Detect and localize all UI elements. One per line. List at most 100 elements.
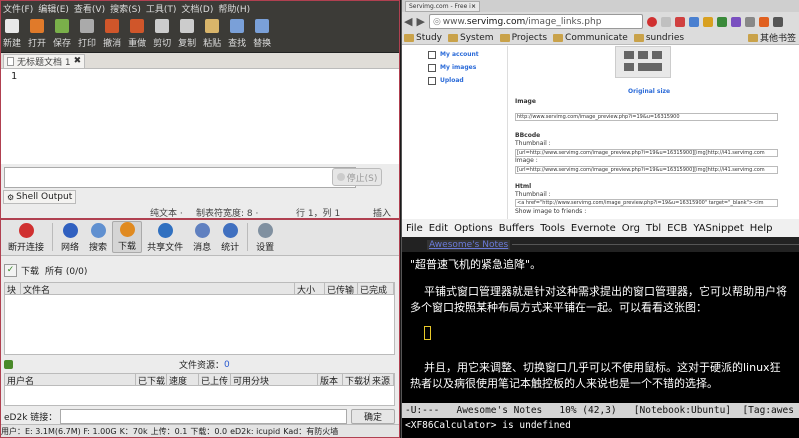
addon-icon[interactable] bbox=[688, 16, 699, 27]
menu-item[interactable]: Evernote bbox=[571, 223, 616, 234]
toolbar-button-shared-files[interactable]: 共享文件 bbox=[142, 221, 188, 253]
addon-icon[interactable] bbox=[674, 16, 685, 27]
column-header[interactable]: 已下载 bbox=[136, 374, 167, 385]
menu-item[interactable]: Help bbox=[750, 223, 773, 234]
menu-item[interactable]: 查看(V) bbox=[74, 2, 105, 15]
text-editor-area[interactable]: 1 bbox=[1, 69, 399, 164]
back-icon[interactable]: ◀ bbox=[404, 15, 412, 28]
toolbar-button-print[interactable]: 打印 bbox=[78, 19, 96, 49]
menu-item[interactable]: 工具(T) bbox=[146, 2, 177, 15]
browser-tab[interactable]: Servimg.com - Free image × bbox=[405, 0, 480, 12]
shell-output-tab[interactable]: ⚙ Shell Output bbox=[3, 190, 77, 204]
tab-width[interactable]: 制表符宽度: 8 · bbox=[196, 206, 258, 218]
close-tab-icon[interactable]: × bbox=[471, 3, 476, 10]
minibuffer[interactable]: <XF86Calculator> is undefined bbox=[405, 420, 571, 431]
bookmark-folder[interactable]: System bbox=[448, 33, 494, 43]
ed2k-link-input[interactable] bbox=[60, 408, 348, 424]
source-list[interactable] bbox=[4, 386, 395, 406]
toolbar-button-download[interactable]: 下载 bbox=[112, 221, 143, 253]
toolbar-button-redo[interactable]: 重做 bbox=[128, 19, 146, 49]
image-thumbnail[interactable] bbox=[615, 46, 671, 78]
addon-icon[interactable] bbox=[716, 16, 727, 27]
side-link[interactable]: My images bbox=[428, 61, 479, 74]
toolbar-button-new-document[interactable]: 新建 bbox=[3, 19, 21, 49]
menu-item[interactable]: 文档(D) bbox=[181, 2, 213, 15]
original-size-link[interactable]: Original size bbox=[628, 88, 670, 95]
bbcode-thumbnail-field[interactable]: [url=http://www.servimg.com/image_previe… bbox=[515, 149, 778, 157]
toolbar-button-paste[interactable]: 粘贴 bbox=[203, 19, 221, 49]
menu-item[interactable]: 帮助(H) bbox=[218, 2, 250, 15]
column-header[interactable]: 已传输 bbox=[325, 283, 358, 294]
menu-item[interactable]: YASnippet bbox=[693, 223, 743, 234]
column-header[interactable]: 文件名 bbox=[21, 283, 295, 294]
side-link[interactable]: My account bbox=[428, 48, 479, 61]
header-line bbox=[512, 244, 799, 245]
close-tab-icon[interactable]: ✖ bbox=[74, 56, 82, 66]
column-header[interactable]: 大小 bbox=[295, 283, 325, 294]
toolbar-button-messages[interactable]: 消息 bbox=[188, 221, 216, 253]
menu-item[interactable]: Tbl bbox=[646, 223, 661, 234]
column-header[interactable]: 下载状态 bbox=[343, 374, 370, 385]
column-header[interactable]: 来源 bbox=[370, 374, 394, 385]
addon-icon[interactable] bbox=[730, 16, 741, 27]
menu-item[interactable]: ECB bbox=[667, 223, 687, 234]
stop-load-icon[interactable] bbox=[646, 16, 657, 27]
note-line-1: "超普速飞机的紧急追降"。 bbox=[410, 258, 542, 271]
column-header[interactable]: 块 bbox=[5, 283, 21, 294]
emacs-menubar: File Edit Options Buffers Tools Evernote Org Tb… bbox=[402, 219, 799, 237]
bookmark-folder[interactable]: Projects bbox=[499, 33, 547, 43]
download-list[interactable] bbox=[4, 295, 395, 355]
addon-icon[interactable] bbox=[702, 16, 713, 27]
toolbar-button-network[interactable]: 网络 bbox=[56, 221, 84, 253]
html-thumbnail-field[interactable]: <a href="http://www.servimg.com/image_pr… bbox=[515, 199, 778, 207]
checkmark-icon[interactable]: ✓ bbox=[4, 263, 17, 277]
side-link[interactable]: Upload bbox=[428, 74, 479, 87]
language-mode[interactable]: 纯文本 · bbox=[150, 206, 183, 218]
shell-command-input[interactable] bbox=[4, 167, 356, 188]
url-bar[interactable]: ◎ www. servimg.com/image_links.php bbox=[428, 14, 643, 29]
document-tab[interactable]: 无标题文档 1 ✖ bbox=[3, 53, 86, 68]
menu-item[interactable]: Options bbox=[454, 223, 493, 234]
source-list-header: 用户名已下载速度已上传可用分块版本下载状态来源 bbox=[4, 373, 395, 386]
other-bookmarks[interactable]: 其他书签 bbox=[747, 31, 796, 44]
confirm-button[interactable]: 确定 bbox=[351, 408, 395, 424]
bookmark-folder[interactable]: Communicate bbox=[553, 33, 628, 43]
addon-icon[interactable] bbox=[744, 16, 755, 27]
addon-icon[interactable] bbox=[660, 16, 671, 27]
toolbar-button-copy[interactable]: 复制 bbox=[178, 19, 196, 49]
addon-icon[interactable] bbox=[772, 16, 783, 27]
image-url-field[interactable]: http://www.servimg.com/image_preview.php… bbox=[515, 113, 778, 121]
stop-button[interactable]: 停止(S) bbox=[332, 168, 382, 186]
menu-item[interactable]: Edit bbox=[429, 223, 448, 234]
all-filter[interactable]: 所有 (0/0) bbox=[45, 264, 87, 277]
bbcode-image-field[interactable]: [url=http://www.servimg.com/image_previe… bbox=[515, 166, 778, 174]
column-header[interactable]: 版本 bbox=[318, 374, 343, 385]
column-header[interactable]: 已完成 bbox=[358, 283, 394, 294]
menu-item[interactable]: 搜索(S) bbox=[110, 2, 141, 15]
menu-item[interactable]: Tools bbox=[540, 223, 565, 234]
toolbar-button-disconnect[interactable]: 断开连接 bbox=[3, 221, 49, 253]
menu-item[interactable]: File bbox=[406, 223, 423, 234]
menu-item[interactable]: Buffers bbox=[499, 223, 535, 234]
collapse-arrow-icon[interactable] bbox=[4, 360, 13, 369]
column-header[interactable]: 可用分块 bbox=[231, 374, 318, 385]
menu-item[interactable]: Org bbox=[622, 223, 640, 234]
toolbar-button-open-folder[interactable]: 打开 bbox=[28, 19, 46, 49]
toolbar-button-undo[interactable]: 撤消 bbox=[103, 19, 121, 49]
menu-item[interactable]: 编辑(E) bbox=[38, 2, 69, 15]
column-header[interactable]: 已上传 bbox=[199, 374, 231, 385]
toolbar-button-replace[interactable]: 替换 bbox=[253, 19, 271, 49]
bookmark-folder[interactable]: Study bbox=[404, 33, 442, 43]
addon-icon[interactable] bbox=[758, 16, 769, 27]
toolbar-button-statistics[interactable]: 统计 bbox=[216, 221, 244, 253]
toolbar-button-cut[interactable]: 剪切 bbox=[153, 19, 171, 49]
column-header[interactable]: 速度 bbox=[167, 374, 199, 385]
menu-item[interactable]: 文件(F) bbox=[3, 2, 33, 15]
toolbar-button-settings[interactable]: 设置 bbox=[251, 221, 279, 253]
bookmark-folder[interactable]: sundries bbox=[633, 33, 684, 43]
column-header[interactable]: 用户名 bbox=[5, 374, 136, 385]
toolbar-button-search[interactable]: 搜索 bbox=[84, 221, 112, 253]
toolbar-button-find[interactable]: 查找 bbox=[228, 19, 246, 49]
toolbar-button-save[interactable]: 保存 bbox=[53, 19, 71, 49]
forward-icon[interactable]: ▶ bbox=[416, 15, 424, 28]
